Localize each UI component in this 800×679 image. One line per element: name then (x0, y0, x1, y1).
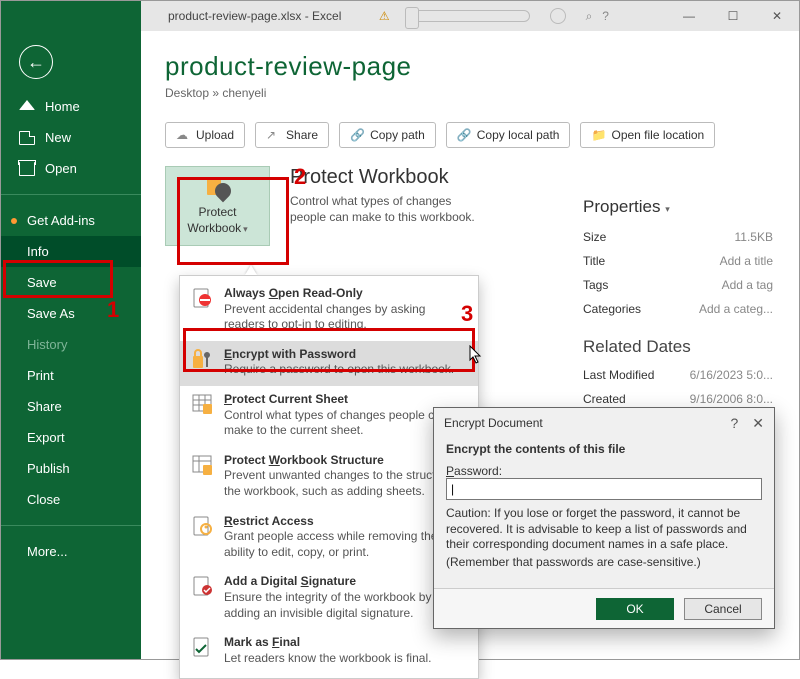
arrow-left-icon: ← (27, 52, 45, 73)
read-only-icon (190, 286, 214, 310)
cancel-button[interactable]: Cancel (684, 598, 762, 620)
caution-text: Caution: If you lose or forget the passw… (446, 506, 762, 553)
upload-button[interactable]: ☁Upload (165, 122, 245, 148)
ok-button[interactable]: OK (596, 598, 674, 620)
prop-categories[interactable]: Add a categ... (699, 302, 773, 316)
home-icon (19, 100, 35, 110)
back-button[interactable]: ← (19, 45, 53, 79)
prop-size: 11.5KB (735, 230, 773, 244)
remember-text: (Remember that passwords are case-sensit… (446, 555, 762, 569)
copy-path-button[interactable]: 🔗Copy path (339, 122, 436, 148)
upload-icon: ☁ (176, 128, 190, 142)
related-dates-header: Related Dates (583, 337, 773, 357)
search-pill[interactable] (410, 10, 530, 22)
help-icon[interactable]: ⌕ ? (586, 9, 630, 24)
nav-history: History (1, 329, 141, 360)
nav-export[interactable]: Export (1, 422, 141, 453)
close-icon[interactable]: ✕ (752, 415, 764, 432)
section-description: Control what types of changes people can… (290, 193, 490, 225)
account-icon[interactable] (550, 8, 566, 24)
menu-mark-as-final[interactable]: Mark as FinalLet readers know the workbo… (180, 629, 478, 674)
breadcrumb[interactable]: Desktop » chenyeli (165, 86, 775, 100)
share-button[interactable]: ↗Share (255, 122, 329, 148)
cursor-icon (469, 345, 483, 365)
dialog-heading: Encrypt the contents of this file (446, 442, 625, 456)
nav-close[interactable]: Close (1, 484, 141, 515)
prop-last-modified: 6/16/2023 5:0... (690, 368, 773, 382)
callout-1: 1 (107, 297, 119, 323)
warning-icon: ⚠ (379, 9, 390, 23)
minimize-button[interactable]: — (667, 1, 711, 31)
mark-final-icon (190, 635, 214, 659)
open-file-location-button[interactable]: 📁Open file location (580, 122, 715, 148)
copy-local-path-button[interactable]: 🔗Copy local path (446, 122, 571, 148)
protect-sheet-icon (190, 392, 214, 416)
password-label: Password: (446, 464, 762, 478)
new-icon (19, 131, 35, 145)
callout-3: 3 (461, 301, 473, 327)
nav-new[interactable]: New (1, 122, 141, 153)
nav-home[interactable]: Home (1, 91, 141, 122)
properties-panel: Properties ▾ Size11.5KB TitleAdd a title… (583, 197, 773, 435)
prop-created: 9/16/2006 8:0... (690, 392, 773, 406)
page-title: product-review-page (165, 51, 775, 82)
link-icon: 🔗 (457, 128, 471, 142)
open-icon (19, 162, 35, 176)
nav-share[interactable]: Share (1, 391, 141, 422)
encrypt-document-dialog: Encrypt Document ? ✕ Encrypt the contents… (433, 407, 775, 629)
prop-tags[interactable]: Add a tag (722, 278, 773, 292)
section-title: Protect Workbook (290, 166, 490, 189)
signature-icon (190, 574, 214, 598)
nav-open[interactable]: Open (1, 153, 141, 184)
nav-get-addins[interactable]: Get Add-ins (1, 205, 141, 236)
nav-print[interactable]: Print (1, 360, 141, 391)
callout-box-3 (183, 328, 475, 372)
close-window-button[interactable]: ✕ (755, 1, 799, 31)
folder-icon: 📁 (591, 128, 605, 142)
bullet-icon (11, 218, 17, 224)
share-icon: ↗ (266, 128, 280, 142)
dialog-title: Encrypt Document (444, 416, 543, 430)
nav-publish[interactable]: Publish (1, 453, 141, 484)
window-title: product-review-page.xlsx - Excel (166, 9, 341, 23)
callout-box-1 (3, 260, 113, 298)
protect-structure-icon (190, 453, 214, 477)
maximize-button[interactable]: ☐ (711, 1, 755, 31)
callout-box-2 (177, 177, 289, 265)
link-icon: 🔗 (350, 128, 364, 142)
nav-more[interactable]: More... (1, 536, 141, 567)
backstage-sidebar: ← Home New Open Get Add-ins Info Save Sa… (1, 1, 141, 659)
help-icon[interactable]: ? (730, 415, 738, 432)
password-input[interactable] (446, 478, 762, 500)
prop-title[interactable]: Add a title (720, 254, 773, 268)
properties-header[interactable]: Properties (583, 197, 660, 216)
callout-2: 2 (294, 164, 306, 190)
dropdown-arrow (245, 265, 257, 275)
restrict-access-icon (190, 514, 214, 538)
chevron-down-icon: ▾ (665, 204, 670, 214)
nav-save-as[interactable]: Save As (1, 298, 141, 329)
